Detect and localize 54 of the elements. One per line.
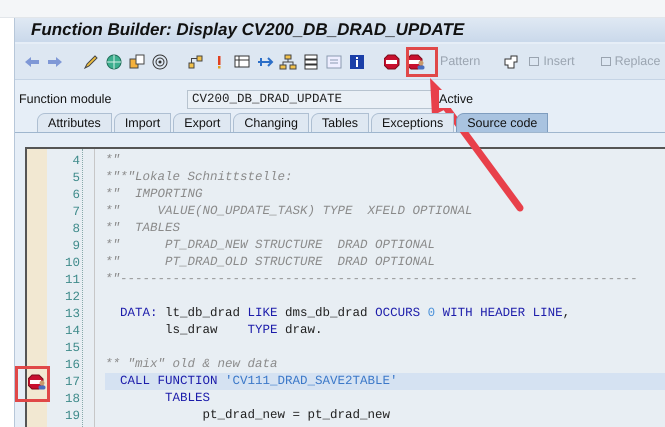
line-number: 5 (71, 170, 80, 186)
line-number: 16 (64, 357, 80, 373)
stack-icon[interactable] (302, 52, 320, 70)
code-line: TABLES (164, 390, 210, 408)
table-icon[interactable] (233, 52, 251, 70)
status-text: Active (439, 90, 474, 108)
line-number: 8 (71, 221, 80, 237)
line-number: 6 (71, 187, 80, 203)
field-label: Function module (19, 90, 112, 108)
line-number: 14 (64, 323, 80, 339)
line-number: 11 (64, 272, 80, 288)
code-line: DATA: lt_db_drad LIKE dms_db_drad OCCURS 0 WITH HEADER LINE, (119, 305, 570, 322)
code-line: *" (105, 152, 120, 170)
line-number: 18 (64, 391, 80, 407)
highlight-box (406, 47, 438, 77)
line-number: 19 (64, 408, 80, 424)
line-number: 4 (71, 153, 80, 169)
function-module-field[interactable]: CV200_DB_DRAD_UPDATE (187, 90, 433, 108)
code-line: ** "mix" old & new data (105, 356, 278, 374)
line-number: 13 (64, 306, 80, 322)
code-line: ls_draw TYPE draw. (164, 322, 323, 340)
hierarchy-icon[interactable] (187, 52, 205, 70)
breakpoint-icon[interactable] (384, 54, 402, 70)
tab[interactable]: Tables (310, 113, 370, 132)
code-line: *"--------------------------------------------------------------------- (105, 271, 638, 288)
code-line: *"*"Lokale Schnittstelle: (105, 169, 293, 186)
copy-icon[interactable] (128, 52, 146, 70)
highlight-box (15, 366, 50, 402)
line-number: 12 (64, 289, 80, 305)
code-line: *" TABLES (105, 220, 180, 238)
code-line: pt_drad_new = pt_drad_new (202, 407, 390, 424)
code-line: *" IMPORTING (105, 186, 203, 204)
tab[interactable]: Import (114, 113, 172, 132)
window-title: Function Builder: Display CV200_DB_DRAD_UPDATE (31, 19, 464, 42)
tab[interactable]: Changing (233, 113, 309, 132)
line-number: 9 (71, 238, 80, 254)
tab[interactable]: Attributes (37, 113, 112, 132)
pencil-icon[interactable] (82, 52, 100, 70)
block-icon[interactable] (502, 52, 520, 70)
code-line: *" PT_DRAD_NEW STRUCTURE DRAD OPTIONAL (105, 237, 436, 254)
line-number: 10 (64, 255, 80, 271)
line-number: 7 (71, 204, 80, 220)
line-number: 17 (64, 374, 80, 390)
tab[interactable]: Source code (456, 113, 548, 132)
code-line: *" PT_DRAD_OLD STRUCTURE DRAD OPTIONAL (105, 254, 436, 272)
tab[interactable]: Exceptions (371, 113, 454, 132)
breakpoint-marker-icon (28, 374, 46, 390)
org-chart-icon[interactable] (279, 52, 297, 70)
tab[interactable]: Export (173, 113, 232, 132)
code-line: *" VALUE(NO_UPDATE_TASK) TYPE XFELD OPTIONAL (105, 203, 473, 220)
line-number: 15 (64, 340, 80, 356)
info-icon[interactable] (348, 52, 366, 70)
code-line: CALL FUNCTION 'CV111_DRAD_SAVE2TABLE' (119, 373, 398, 390)
globe-icon[interactable] (105, 52, 123, 70)
